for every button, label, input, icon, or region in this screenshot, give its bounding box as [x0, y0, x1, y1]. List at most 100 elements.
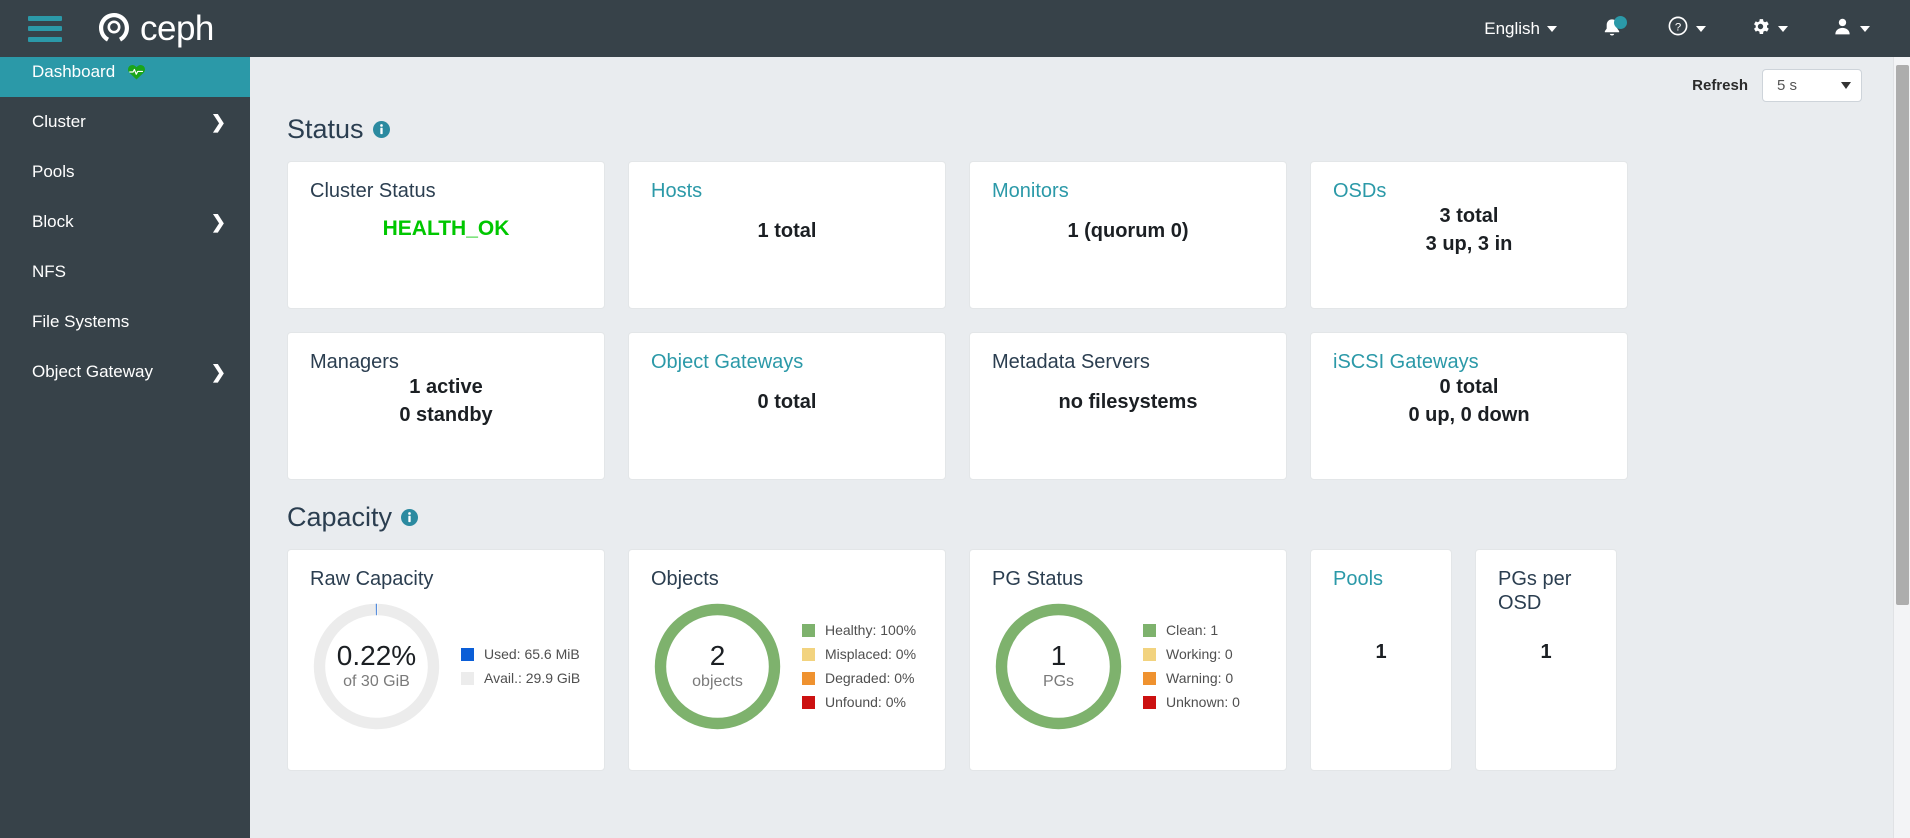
- card-title-link[interactable]: Object Gateways: [651, 351, 923, 375]
- capacity-cards-row: Raw Capacity 0.22% of 30 GiB Used: 65.6 …: [287, 549, 1910, 771]
- card-title: Managers: [310, 351, 399, 373]
- donut-main-value: 1: [1050, 640, 1067, 672]
- legend-item: Avail.: 29.9 GiB: [461, 670, 580, 686]
- sidebar-item-label: Block: [32, 212, 74, 231]
- chevron-right-icon: ❯: [210, 212, 226, 232]
- user-icon: [1832, 16, 1853, 42]
- legend-item: Degraded: 0%: [802, 670, 916, 686]
- ceph-logo-icon: [94, 9, 134, 49]
- info-icon[interactable]: [372, 121, 390, 138]
- card-title-link[interactable]: OSDs: [1333, 180, 1605, 204]
- donut-center-label: 2 objects: [651, 600, 784, 733]
- card-value-health: HEALTH_OK: [382, 217, 510, 240]
- top-navbar: ceph English ?: [0, 0, 1910, 57]
- sidebar-item-cluster[interactable]: Cluster ❯: [0, 97, 250, 147]
- card-value: 0 total 0 up, 0 down: [1408, 376, 1530, 427]
- refresh-interval-value: 5 s: [1777, 77, 1798, 94]
- heartbeat-icon: [127, 63, 146, 81]
- chevron-down-icon: [1778, 25, 1788, 32]
- card-pg-status: PG Status 1 PGs Clean: 1 Working: 0 Warn…: [969, 549, 1287, 771]
- card-value: 1: [1375, 641, 1387, 663]
- card-title: Objects: [651, 568, 719, 590]
- donut-center-label: 0.22% of 30 GiB: [310, 600, 443, 733]
- scrollbar-thumb[interactable]: [1896, 65, 1909, 605]
- sidebar-item-block[interactable]: Block ❯: [0, 197, 250, 247]
- sidebar-item-nfs[interactable]: NFS: [0, 247, 250, 297]
- sidebar-item-pools[interactable]: Pools: [0, 147, 250, 197]
- help-circle-icon: ?: [1667, 15, 1689, 42]
- card-cluster-status: Cluster Status HEALTH_OK: [287, 161, 605, 309]
- card-title: PGs per OSD: [1498, 568, 1572, 614]
- card-monitors[interactable]: Monitors 1 (quorum 0): [969, 161, 1287, 309]
- settings-menu[interactable]: [1728, 0, 1810, 57]
- navbar-right-group: English ?: [1462, 0, 1910, 57]
- card-title-link[interactable]: iSCSI Gateways: [1333, 351, 1605, 375]
- sidebar-item-file-systems[interactable]: File Systems: [0, 297, 250, 347]
- legend-swatch: [461, 647, 474, 661]
- gear-icon: [1750, 16, 1771, 42]
- legend-item: Warning: 0: [1143, 670, 1240, 686]
- legend-label: Warning: 0: [1166, 670, 1234, 687]
- refresh-interval-select[interactable]: 5 s: [1762, 69, 1862, 102]
- hamburger-menu-icon[interactable]: [28, 15, 62, 42]
- legend-label: Unknown: 0: [1166, 694, 1240, 711]
- card-value: 1 total: [757, 220, 817, 242]
- objects-legend: Healthy: 100% Misplaced: 0% Degraded: 0%…: [802, 622, 916, 710]
- donut-main-value: 0.22%: [336, 640, 417, 672]
- card-value: no filesystems: [1058, 391, 1198, 413]
- card-object-gateways[interactable]: Object Gateways 0 total: [628, 332, 946, 480]
- card-title-link[interactable]: Monitors: [992, 180, 1264, 204]
- sidebar-item-label: Pools: [32, 162, 75, 181]
- card-hosts[interactable]: Hosts 1 total: [628, 161, 946, 309]
- donut-main-value: 2: [709, 640, 726, 672]
- legend-label: Degraded: 0%: [825, 670, 915, 687]
- sidebar-item-label: File Systems: [32, 312, 130, 331]
- status-cards-row-2: Managers 1 active 0 standby Object Gatewa…: [287, 332, 1910, 480]
- pg-status-chart: 1 PGs Clean: 1 Working: 0 Warning: 0 Unk…: [992, 600, 1264, 733]
- card-iscsi-gateways[interactable]: iSCSI Gateways 0 total 0 up, 0 down: [1310, 332, 1628, 480]
- vertical-scrollbar[interactable]: [1893, 47, 1910, 838]
- legend-swatch: [802, 623, 815, 637]
- chevron-down-icon: [1696, 25, 1706, 32]
- legend-swatch: [1143, 671, 1156, 685]
- chevron-down-icon: [1547, 25, 1557, 32]
- card-pgs-per-osd: PGs per OSD 1: [1475, 549, 1617, 771]
- card-managers: Managers 1 active 0 standby: [287, 332, 605, 480]
- raw-capacity-legend: Used: 65.6 MiB Avail.: 29.9 GiB: [461, 646, 580, 686]
- donut-sub-value: PGs: [1042, 672, 1075, 690]
- info-icon[interactable]: [401, 509, 419, 526]
- card-title: Cluster Status: [310, 180, 436, 202]
- card-title: Raw Capacity: [310, 568, 434, 590]
- chevron-down-icon: [1841, 82, 1851, 89]
- capacity-section-header: Capacity: [287, 502, 1910, 533]
- notifications-button[interactable]: [1579, 0, 1645, 57]
- ceph-brand-logo[interactable]: ceph: [94, 9, 214, 49]
- card-title: Metadata Servers: [992, 351, 1150, 373]
- legend-label: Avail.: 29.9 GiB: [484, 670, 581, 687]
- card-osds[interactable]: OSDs 3 total 3 up, 3 in: [1310, 161, 1628, 309]
- card-pools[interactable]: Pools 1: [1310, 549, 1452, 771]
- card-objects: Objects 2 objects Healthy: 100% Misplace…: [628, 549, 946, 771]
- status-section-title: Status: [287, 114, 364, 144]
- legend-label: Used: 65.6 MiB: [484, 646, 580, 663]
- card-value: 3 total 3 up, 3 in: [1425, 205, 1513, 256]
- card-title-link[interactable]: Hosts: [651, 180, 923, 204]
- legend-item: Unknown: 0: [1143, 694, 1240, 710]
- bell-icon: [1601, 15, 1627, 41]
- legend-swatch: [461, 671, 474, 685]
- hamburger-bar: [28, 15, 62, 21]
- language-selector[interactable]: English: [1462, 0, 1579, 57]
- sidebar-item-label: NFS: [32, 262, 66, 281]
- card-value: 0 total: [757, 391, 817, 413]
- pg-status-donut: 1 PGs: [992, 600, 1125, 733]
- card-title-link[interactable]: Pools: [1333, 568, 1429, 592]
- sidebar-item-object-gateway[interactable]: Object Gateway ❯: [0, 347, 250, 397]
- legend-swatch: [1143, 623, 1156, 637]
- sidebar-navigation: Dashboard Cluster ❯ Pools Block ❯ NFS Fi…: [0, 47, 250, 838]
- legend-label: Misplaced: 0%: [825, 646, 917, 663]
- pg-status-legend: Clean: 1 Working: 0 Warning: 0 Unknown: …: [1143, 622, 1240, 710]
- help-menu[interactable]: ?: [1645, 0, 1728, 57]
- user-menu[interactable]: [1810, 0, 1892, 57]
- chevron-right-icon: ❯: [210, 112, 226, 132]
- legend-item: Unfound: 0%: [802, 694, 916, 710]
